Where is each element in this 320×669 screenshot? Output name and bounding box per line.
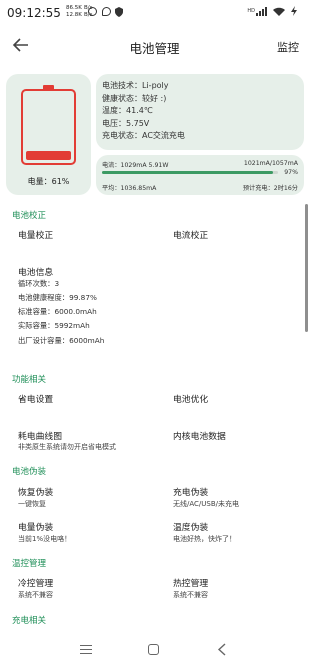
restore-disguise-desc: 一键恢复 <box>18 500 46 508</box>
kernel-data-item[interactable]: 内核电池数据 <box>173 429 226 442</box>
section-header-functions: 功能相关 <box>12 375 47 385</box>
level-disguise-item[interactable]: 电量伪装 <box>18 520 53 533</box>
health-degree: 电池健康程度：99.87% <box>18 293 97 302</box>
signal-icon: HD <box>247 6 267 16</box>
health-status: 健康状态：较好 :) <box>102 93 167 103</box>
wifi-icon <box>273 7 285 16</box>
battery-info-card: 电池技术：Li-poly 健康状态：较好 :) 温度：41.4℃ 电压：5.75… <box>96 74 304 150</box>
cycle-count: 循环次数：3 <box>18 279 60 288</box>
network-speed: 86.5K 12.8K <box>66 5 82 18</box>
shield-icon <box>115 7 123 17</box>
consumption-curve-desc: 非类原生系统请勿开启省电模式 <box>18 443 116 451</box>
current-readout: 电流：1029mA 5.91W <box>102 162 169 169</box>
section-header-disguise: 电池伪装 <box>12 467 47 477</box>
cooling-control-item[interactable]: 冷控管理 <box>18 576 53 589</box>
consumption-curve-item[interactable]: 耗电曲线图 <box>18 429 62 442</box>
charge-state: 充电状态：AC交流充电 <box>102 131 185 140</box>
heat-control-item[interactable]: 热控管理 <box>173 576 208 589</box>
current-calibration-item[interactable]: 电流校正 <box>173 228 208 241</box>
status-time: 09:12:55 <box>7 6 61 20</box>
battery-tech: 电池技术：Li-poly <box>102 81 169 90</box>
charge-eta: 预计充电：2时16分 <box>242 185 298 192</box>
battery-level-card: 电量：61% <box>6 74 91 195</box>
voltage: 电压：5.75V <box>102 118 150 128</box>
standard-capacity: 标准容量：6000.0mAh <box>18 307 97 316</box>
charge-progress-bar <box>102 171 278 174</box>
charge-disguise-item[interactable]: 充电伪装 <box>173 485 208 498</box>
monitor-button[interactable]: 监控 <box>277 39 299 55</box>
navigation-bar <box>0 631 309 669</box>
charge-percent: 97% <box>284 169 298 176</box>
battery-fill <box>26 151 71 160</box>
level-disguise-desc: 当前1%没电咯！ <box>18 535 72 543</box>
cooling-control-desc: 系统不兼容 <box>18 591 53 599</box>
restore-disguise-item[interactable]: 恢复伪装 <box>18 485 53 498</box>
actual-capacity: 实际容量：5992mAh <box>18 321 90 330</box>
power-saving-item[interactable]: 省电设置 <box>18 392 53 405</box>
section-header-thermal: 温控管理 <box>12 559 47 569</box>
section-header-charging: 充电相关 <box>12 616 47 626</box>
app-bar: 电池管理 监控 <box>0 28 309 64</box>
status-bar: 09:12:55 86.5K 12.8K B/s B/s HD <box>0 0 309 28</box>
charging-stats-card: 电流：1029mA 5.91W 1021mA/1057mA 97% 平均：103… <box>96 155 304 195</box>
battery-icon <box>21 89 76 165</box>
temp-disguise-item[interactable]: 温度伪装 <box>173 520 208 533</box>
chat-icon <box>102 7 111 16</box>
heat-control-desc: 系统不兼容 <box>173 591 208 599</box>
menu-icon[interactable] <box>80 645 92 654</box>
section-header-calibration: 电池校正 <box>12 211 47 221</box>
battery-level-text: 电量：61% <box>27 177 70 186</box>
battery-optimization-item[interactable]: 电池优化 <box>173 392 208 405</box>
battery-info-title[interactable]: 电池信息 <box>18 265 53 278</box>
capacity-readout: 1021mA/1057mA <box>243 160 298 167</box>
location-icon <box>88 7 97 16</box>
page-title: 电池管理 <box>129 41 180 56</box>
back-icon[interactable] <box>217 643 227 656</box>
home-icon[interactable] <box>148 644 159 655</box>
charge-progress-fill <box>102 171 273 174</box>
capacity-calibration-item[interactable]: 电量校正 <box>18 228 53 241</box>
charge-disguise-desc: 无线/AC/USB/未充电 <box>173 500 239 508</box>
charging-icon <box>291 6 297 16</box>
average-current: 平均：1036.85mA <box>102 185 157 192</box>
scrollbar[interactable] <box>305 204 308 332</box>
status-right: HD <box>247 6 297 16</box>
temp-disguise-desc: 电池好热，快炸了！ <box>173 535 236 543</box>
temperature: 温度：41.4℃ <box>102 106 153 115</box>
factory-capacity: 出厂设计容量：6000mAh <box>18 336 105 345</box>
